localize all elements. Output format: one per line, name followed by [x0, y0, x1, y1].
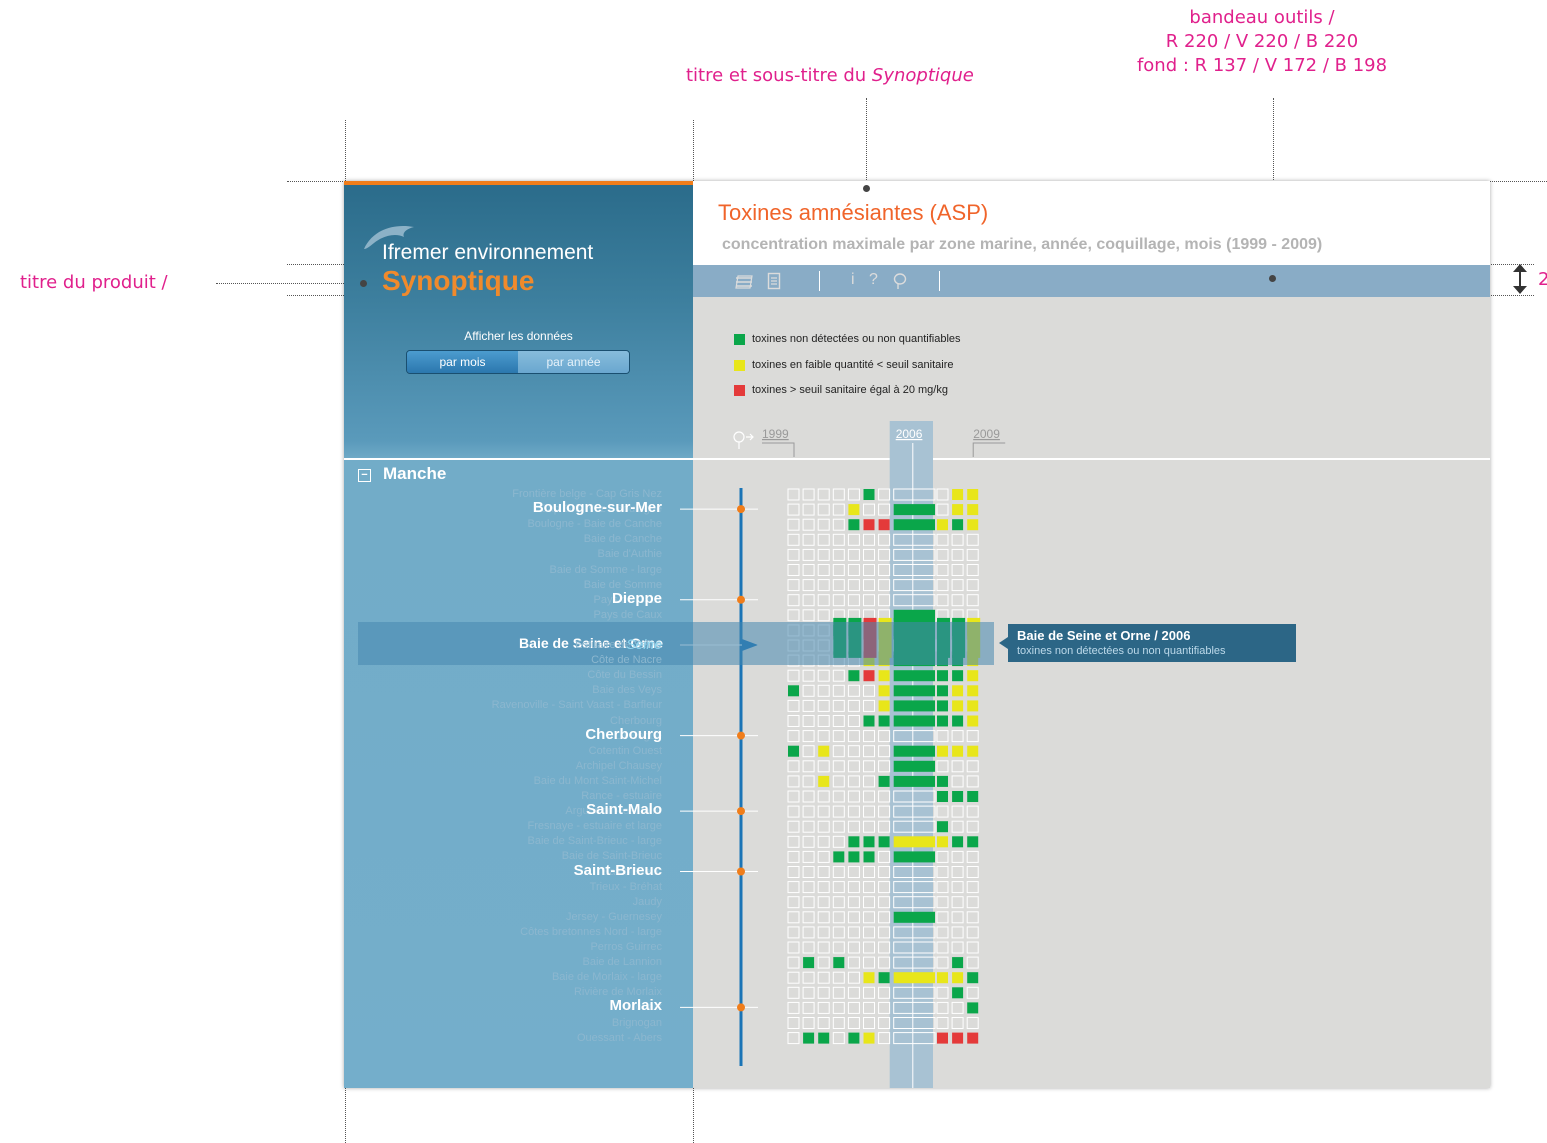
region-divider: [344, 458, 1490, 460]
product-title: Synoptique: [382, 265, 535, 296]
synoptique-app: Ifremer environnement Synoptique Affiche…: [344, 181, 1490, 1088]
legend-item: toxines en faible quantité < seuil sanit…: [734, 359, 954, 371]
guide-line-header: [866, 98, 867, 186]
collapse-icon[interactable]: −: [358, 469, 371, 482]
by-month-button[interactable]: par mois: [407, 351, 518, 373]
legend-label: toxines en faible quantité < seuil sanit…: [752, 359, 954, 371]
info-icon[interactable]: i: [851, 271, 855, 289]
legend-item: toxines > seuil sanitaire égal à 20 mg/k…: [734, 384, 948, 396]
toolbar-annotation-line-1: bandeau outils /: [1189, 7, 1335, 28]
zone-label[interactable]: Cotentin Ouest: [589, 745, 662, 757]
page-subtitle: concentration maximale par zone marine, …: [722, 236, 1323, 253]
current-zone-label[interactable]: Seine: [626, 636, 662, 652]
zone-label[interactable]: Côte du Bessin: [587, 669, 662, 681]
zone-label[interactable]: Jaudy: [633, 896, 662, 908]
zone-label[interactable]: Boulogne - Baie de Canche: [527, 518, 662, 530]
toolbar-separator: [819, 271, 820, 291]
pin-marker: [863, 185, 870, 192]
product-annotation: titre du produit /: [20, 272, 168, 293]
zone-label[interactable]: Baie du Mont Saint-Michel: [534, 775, 662, 787]
zone-label[interactable]: Baie de Lannion: [582, 956, 662, 968]
legend-label: toxines > seuil sanitaire égal à 20 mg/k…: [752, 384, 948, 396]
tooltip-title: Baie de Seine et Orne / 2006: [1017, 628, 1191, 643]
zone-label[interactable]: Baie de Morlaix - large: [552, 971, 662, 983]
city-label[interactable]: Saint-Brieuc: [574, 862, 662, 879]
cell-tooltip: Baie de Seine et Orne / 2006 toxines non…: [999, 624, 1296, 662]
legend-label: toxines non détectées ou non quantifiabl…: [752, 333, 961, 345]
zone-label[interactable]: Baie de Canche: [584, 533, 662, 545]
guide-line-product: [216, 283, 356, 284]
region-name: Manche: [383, 464, 447, 483]
legend-item: toxines non détectées ou non quantifiabl…: [734, 333, 961, 345]
zone-label[interactable]: Jersey - Guernesey: [566, 911, 662, 923]
zone-label[interactable]: Baie de Saint-Brieuc - large: [527, 835, 662, 847]
city-label[interactable]: Morlaix: [609, 997, 662, 1014]
pin-marker: [360, 280, 367, 287]
header: Toxines amnésiantes (ASP) concentration …: [693, 181, 1490, 265]
region-header[interactable]: − Manche: [358, 464, 446, 484]
city-label[interactable]: Dieppe: [612, 590, 662, 607]
zone-label[interactable]: Ouessant - Abers: [577, 1032, 662, 1044]
toolbar-separator: [939, 271, 940, 291]
zone-label[interactable]: Baie des Veys: [592, 684, 662, 696]
zone-label[interactable]: Trieux - Bréhat: [590, 881, 662, 893]
header-annotation-text: titre et sous-titre du: [686, 65, 872, 86]
height-annotation: 2: [1538, 269, 1547, 290]
page-title: Toxines amnésiantes (ASP): [718, 200, 989, 225]
zone-label[interactable]: Perros Guirrec: [590, 941, 662, 953]
comment-icon[interactable]: [893, 273, 907, 291]
city-label[interactable]: Boulogne-sur-Mer: [533, 499, 662, 516]
tooltip-text: toxines non détectées ou non quantifiabl…: [1017, 645, 1226, 657]
height-arrow-icon: [1513, 264, 1527, 294]
toolbar-annotation-line-3: fond : R 137 / V 172 / B 198: [1136, 55, 1388, 76]
help-icon[interactable]: ?: [869, 271, 878, 289]
zone-label[interactable]: Brignogan: [612, 1017, 662, 1029]
zone-label[interactable]: Baie de Somme - large: [550, 564, 663, 576]
legend-swatch: [734, 360, 745, 371]
header-annotation: titre et sous-titre du Synoptique: [686, 64, 974, 88]
toolbar-annotation-line-2: R 220 / V 220 / B 220: [1165, 31, 1359, 52]
zone-label[interactable]: Archipel Chausey: [576, 760, 662, 772]
zone-label[interactable]: Ravenoville - Saint Vaast - Barfleur: [492, 699, 662, 711]
legend-swatch: [734, 334, 745, 345]
zone-label[interactable]: Côtes bretonnes Nord - large: [520, 926, 662, 938]
zone-label[interactable]: Pays de Caux: [594, 609, 662, 621]
period-toggle: par mois par année: [406, 350, 630, 374]
layers-icon[interactable]: [733, 273, 755, 289]
city-label[interactable]: Saint-Malo: [586, 801, 662, 818]
brand-name: Ifremer environnement: [382, 241, 594, 264]
city-label[interactable]: Cherbourg: [585, 726, 662, 743]
sidebar-accent-bar: [344, 181, 693, 185]
zone-label[interactable]: Fresnaye - estuaire et large: [527, 820, 662, 832]
document-icon[interactable]: [767, 272, 781, 290]
toolbar: i ?: [693, 265, 1490, 297]
by-year-button[interactable]: par année: [518, 351, 629, 373]
header-annotation-italic: Synoptique: [871, 65, 974, 86]
legend-swatch: [734, 385, 745, 396]
zone-label[interactable]: Baie d'Authie: [598, 548, 662, 560]
display-label: Afficher les données: [464, 329, 573, 343]
zone-label[interactable]: Côte de Nacre: [591, 654, 662, 666]
toolbar-annotation: bandeau outils / R 220 / V 220 / B 220 f…: [1117, 6, 1407, 78]
pin-marker: [1269, 275, 1276, 282]
